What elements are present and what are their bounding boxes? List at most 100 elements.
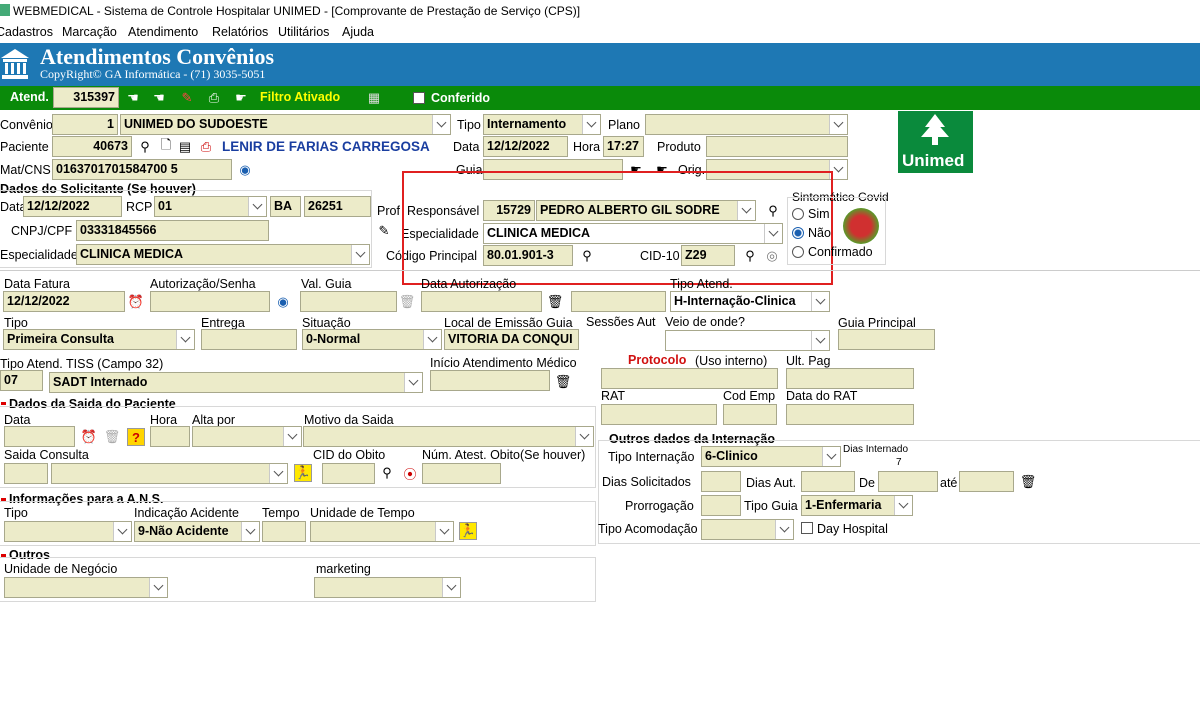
chevron-down-icon[interactable] (423, 330, 441, 349)
globe-icon[interactable]: ◉ (274, 293, 292, 311)
veio-select[interactable] (665, 330, 830, 351)
saida-consulta-code[interactable] (4, 463, 48, 484)
plano-select[interactable] (645, 114, 848, 135)
sol-esp-select[interactable]: CLINICA MEDICA (76, 244, 370, 265)
data-rat-field[interactable] (786, 404, 914, 425)
binoculars-icon[interactable]: ⚲ (378, 464, 396, 482)
covid-sim-radio[interactable] (792, 208, 804, 220)
conferido-checkbox[interactable] (413, 92, 425, 104)
menu-cadastros[interactable]: Cadastros (0, 25, 53, 39)
local-field[interactable]: VITORIA DA CONQUI (444, 329, 579, 350)
tipo-guia-select[interactable]: 1-Enfermaria (801, 495, 913, 516)
chevron-down-icon[interactable] (149, 578, 167, 597)
chevron-down-icon[interactable] (775, 520, 793, 539)
globe-icon[interactable]: ◉ (236, 161, 254, 179)
trash-icon[interactable]: 🗑 (1019, 473, 1037, 491)
data-fatura-field[interactable]: 12/12/2022 (3, 291, 125, 312)
atend-field[interactable]: 315397 (53, 87, 119, 108)
chevron-down-icon[interactable] (811, 331, 829, 350)
tempo-field[interactable] (262, 521, 306, 542)
chevron-down-icon[interactable] (582, 115, 600, 134)
menu-utilitarios[interactable]: Utilitários (278, 25, 329, 39)
alta-select[interactable] (192, 426, 302, 447)
tipo-select[interactable]: Internamento (483, 114, 601, 135)
binoculars-icon[interactable]: ⚲ (136, 138, 154, 156)
tipo-internacao-select[interactable]: 6-Clinico (701, 446, 841, 467)
document-icon[interactable]: 🗋 (157, 137, 175, 156)
calculator-icon[interactable]: ▦ (365, 89, 383, 107)
marketing-select[interactable] (314, 577, 461, 598)
covid-confirmado-radio[interactable] (792, 246, 804, 258)
notes-icon[interactable]: ▤ (176, 138, 194, 156)
ans-tipo-select[interactable] (4, 521, 132, 542)
runner-icon[interactable]: 🏃 (294, 464, 312, 482)
pen-icon[interactable]: ✎ (375, 222, 393, 240)
next-record-icon[interactable]: ☛ (232, 89, 250, 107)
cid-obito-field[interactable] (322, 463, 375, 484)
tiss-code-field[interactable]: 07 (0, 370, 43, 391)
protocolo-field[interactable] (601, 368, 778, 389)
aut-extra-field[interactable] (571, 291, 666, 312)
trash-icon[interactable]: 🗑 (546, 293, 564, 311)
help-icon[interactable]: ? (127, 428, 145, 446)
record-icon[interactable]: ⦿ (401, 464, 419, 482)
chevron-down-icon[interactable] (113, 522, 131, 541)
chevron-down-icon[interactable] (435, 522, 453, 541)
prev-record-icon[interactable]: ☚ (150, 89, 168, 107)
uf-field[interactable]: BA (270, 196, 301, 217)
acomodacao-select[interactable] (701, 519, 794, 540)
ult-pag-field[interactable] (786, 368, 914, 389)
atest-field[interactable] (422, 463, 501, 484)
menu-atendimento[interactable]: Atendimento (128, 25, 198, 39)
chevron-down-icon[interactable] (351, 245, 369, 264)
chevron-down-icon[interactable] (822, 447, 840, 466)
motivo-select[interactable] (303, 426, 594, 447)
alarm-clock-icon[interactable]: ⏰ (80, 428, 98, 446)
printer-icon[interactable]: ⎙ (197, 138, 215, 156)
prorrogacao-field[interactable] (701, 495, 741, 516)
chevron-down-icon[interactable] (894, 496, 912, 515)
menu-marcacao[interactable]: Marcação (62, 25, 117, 39)
chevron-down-icon[interactable] (241, 522, 259, 541)
dias-aut-field[interactable] (801, 471, 855, 492)
convenio-select[interactable]: UNIMED DO SUDOESTE (120, 114, 451, 135)
chevron-down-icon[interactable] (575, 427, 593, 446)
matcns-field[interactable]: 0163701701584700 5 (52, 159, 232, 180)
chevron-down-icon[interactable] (269, 464, 287, 483)
alarm-clock-icon[interactable]: ⏰ (127, 293, 145, 311)
day-hospital-checkbox[interactable] (801, 522, 813, 534)
convenio-code-field[interactable]: 1 (52, 114, 118, 135)
guia-principal-field[interactable] (838, 329, 935, 350)
data-aut-field[interactable] (421, 291, 542, 312)
paciente-code-field[interactable]: 40673 (52, 136, 132, 157)
tiss-select[interactable]: SADT Internado (49, 372, 423, 393)
edit-record-icon[interactable]: ✎ (178, 89, 196, 107)
tipo2-select[interactable]: Primeira Consulta (3, 329, 195, 350)
sol-data-field[interactable]: 12/12/2022 (23, 196, 122, 217)
crm-field[interactable]: 26251 (304, 196, 371, 217)
saida-hora-field[interactable] (150, 426, 190, 447)
chevron-down-icon[interactable] (829, 115, 847, 134)
trash-icon[interactable]: 🗑 (103, 428, 121, 446)
saida-consulta-select[interactable] (51, 463, 288, 484)
menu-ajuda[interactable]: Ajuda (342, 25, 374, 39)
unidade-negocio-select[interactable] (4, 577, 168, 598)
rat-field[interactable] (601, 404, 717, 425)
rcp-select[interactable]: 01 (154, 196, 267, 217)
data-field[interactable]: 12/12/2022 (483, 136, 568, 157)
chevron-down-icon[interactable] (432, 115, 450, 134)
trash-icon[interactable]: 🗑 (554, 373, 572, 391)
covid-nao-radio[interactable] (792, 227, 804, 239)
saida-data-field[interactable] (4, 426, 75, 447)
tipo-atend-select[interactable]: H-Internação-Clinica (670, 291, 830, 312)
chevron-down-icon[interactable] (811, 292, 829, 311)
inicio-field[interactable] (430, 370, 550, 391)
unidade-tempo-select[interactable] (310, 521, 454, 542)
cnpj-field[interactable]: 03331845566 (76, 220, 269, 241)
chevron-down-icon[interactable] (442, 578, 460, 597)
menu-relatorios[interactable]: Relatórios (212, 25, 268, 39)
runner-icon[interactable]: 🏃 (459, 522, 477, 540)
indicacao-select[interactable]: 9-Não Acidente (134, 521, 260, 542)
chevron-down-icon[interactable] (404, 373, 422, 392)
produto-field[interactable] (706, 136, 848, 157)
